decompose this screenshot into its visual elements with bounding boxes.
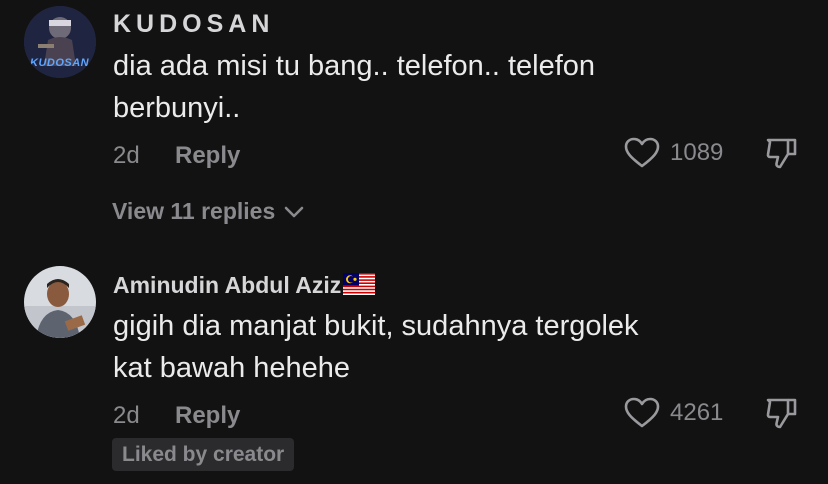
comment-item: Aminudin Abdul Aziz gigih dia manjat buk… bbox=[0, 250, 828, 484]
view-replies-label: View 11 replies bbox=[112, 198, 276, 224]
liked-by-creator-badge: Liked by creator bbox=[112, 438, 295, 471]
avatar[interactable]: KUDOSAN bbox=[24, 6, 96, 78]
comment-text: gigih dia manjat bukit, sudahnya tergole… bbox=[113, 305, 713, 389]
chevron-down-icon bbox=[284, 206, 304, 217]
view-replies-button[interactable]: View 11 replies bbox=[112, 198, 305, 225]
comment-item: KUDOSAN KUDOSAN dia ada misi tu bang.. t… bbox=[0, 0, 828, 240]
comment-line: dia ada misi tu bang.. telefon.. telefon bbox=[113, 50, 596, 82]
malaysia-flag-icon bbox=[343, 273, 376, 301]
thumbs-down-icon bbox=[766, 138, 797, 169]
like-count: 1089 bbox=[670, 139, 724, 166]
comment-line: kat bawah hehehe bbox=[113, 352, 351, 384]
thumbs-down-icon bbox=[766, 398, 797, 429]
dislike-button[interactable] bbox=[764, 396, 798, 435]
avatar[interactable] bbox=[24, 266, 96, 338]
dislike-button[interactable] bbox=[764, 136, 798, 175]
like-button[interactable]: 1089 bbox=[624, 137, 723, 169]
timestamp: 2d bbox=[113, 142, 140, 169]
username[interactable]: Aminudin Abdul Aziz bbox=[113, 272, 376, 301]
comment-line: berbunyi.. bbox=[113, 92, 241, 124]
username-label: Aminudin Abdul Aziz bbox=[113, 272, 342, 298]
comment-text: dia ada misi tu bang.. telefon.. telefon… bbox=[113, 45, 713, 129]
heart-icon bbox=[624, 137, 660, 168]
reply-button[interactable]: Reply bbox=[175, 402, 240, 430]
timestamp: 2d bbox=[113, 402, 140, 429]
username[interactable]: KUDOSAN bbox=[113, 10, 274, 39]
comment-line: gigih dia manjat bukit, sudahnya tergole… bbox=[113, 310, 639, 342]
avatar-label: KUDOSAN bbox=[30, 57, 90, 69]
like-button[interactable]: 4261 bbox=[624, 397, 723, 429]
like-count: 4261 bbox=[670, 399, 724, 426]
heart-icon bbox=[624, 397, 660, 428]
reply-button[interactable]: Reply bbox=[175, 142, 240, 170]
avatar-image bbox=[24, 266, 96, 338]
